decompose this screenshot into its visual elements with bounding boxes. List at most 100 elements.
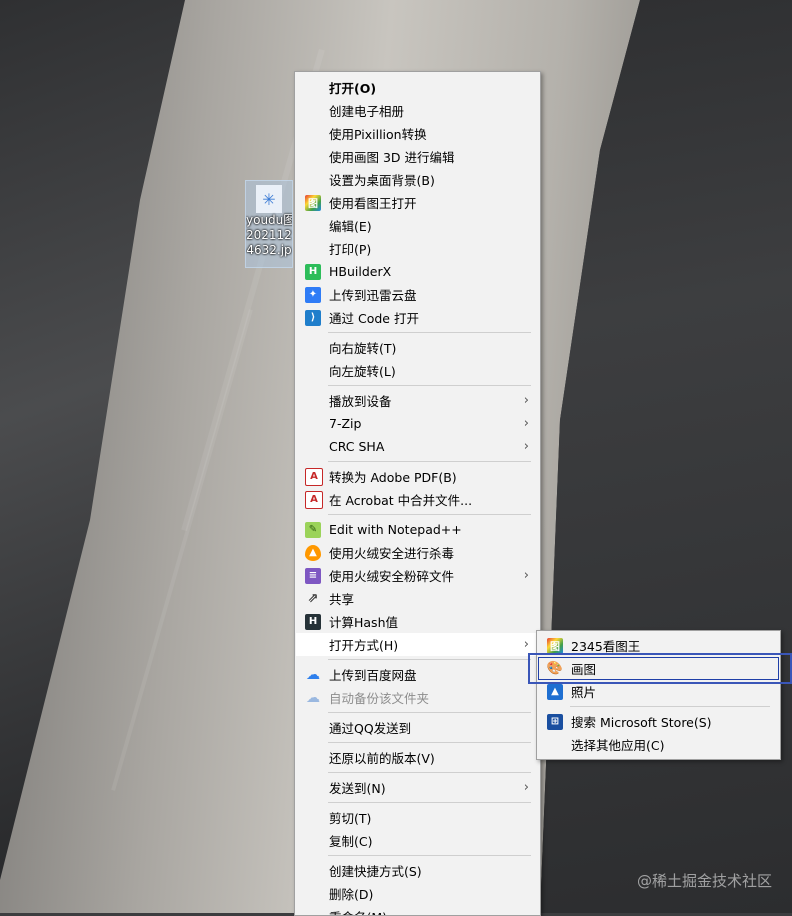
menu-item-label: 创建电子相册 [329,104,405,119]
menu-item-label: 转换为 Adobe PDF(B) [329,470,457,485]
menu-item-delete[interactable]: 删除(D) [296,882,539,905]
chevron-right-icon: › [523,568,529,583]
desktop-file-label-line3: 4632.jp [246,243,292,257]
menu-item-share[interactable]: ⇗ 共享 [296,587,539,610]
menu-item-label: 使用看图王打开 [329,196,417,211]
menu-item-restore-versions[interactable]: 还原以前的版本(V) [296,746,539,769]
menu-item-7zip[interactable]: 7-Zip › [296,412,539,435]
menu-item-rotate-left[interactable]: 向左旋转(L) [296,359,539,382]
desktop-file-icon[interactable]: ✳ youdu图 20211212 4632.jp [245,180,293,268]
menu-item-huorong-shred[interactable]: ≡ 使用火绒安全粉碎文件 › [296,564,539,587]
menu-item-label: Edit with Notepad++ [329,522,462,537]
menu-item-label: 向右旋转(T) [329,341,397,356]
huorong-icon: ▲ [305,544,321,561]
shredder-icon: ≡ [305,567,321,584]
menu-separator [328,385,531,386]
menu-separator [328,659,531,660]
menu-item-acrobat-merge[interactable]: A 在 Acrobat 中合并文件... [296,488,539,511]
submenu-item-paint[interactable]: 🎨 画图 [538,657,779,680]
menu-item-pixillion[interactable]: 使用Pixillion转换 [296,122,539,145]
menu-item-label: 向左旋转(L) [329,364,396,379]
menu-item-label: 7-Zip [329,416,362,431]
menu-item-label: 使用Pixillion转换 [329,127,427,142]
menu-item-label: 使用火绒安全粉碎文件 [329,569,455,584]
submenu-item-ms-store[interactable]: ⊞ 搜索 Microsoft Store(S) [538,710,779,733]
menu-item-label: 还原以前的版本(V) [329,751,435,766]
menu-item-open-with[interactable]: 打开方式(H) › [296,633,539,656]
menu-separator [328,712,531,713]
menu-item-hbuilderx[interactable]: H HBuilderX [296,260,539,283]
menu-item-hash[interactable]: H 计算Hash值 [296,610,539,633]
submenu-item-label: 照片 [571,685,597,700]
desktop-file-label-line1: youdu图 [246,213,293,227]
submenu-item-label: 选择其他应用(C) [571,738,665,753]
menu-item-label: 上传到百度网盘 [329,668,417,683]
chevron-right-icon: › [523,780,529,795]
menu-item-create-shortcut[interactable]: 创建快捷方式(S) [296,859,539,882]
menu-item-label: HBuilderX [329,264,392,279]
menu-item-label: 共享 [329,592,355,607]
notepadpp-icon: ✎ [305,521,321,538]
kantuwang-icon: 图 [547,637,563,654]
menu-item-label: 设置为桌面背景(B) [329,173,435,188]
store-icon: ⊞ [547,713,563,730]
menu-item-cast-to-device[interactable]: 播放到设备 › [296,389,539,412]
menu-item-create-album[interactable]: 创建电子相册 [296,99,539,122]
menu-item-print[interactable]: 打印(P) [296,237,539,260]
menu-item-xunlei[interactable]: ✦ 上传到迅雷云盘 [296,283,539,306]
menu-item-label: 使用画图 3D 进行编辑 [329,150,455,165]
menu-item-label: 创建快捷方式(S) [329,864,422,879]
submenu-item-2345-kantuwang[interactable]: 图 2345看图王 [538,634,779,657]
chevron-right-icon: › [523,393,529,408]
submenu-item-photos[interactable]: ▲ 照片 [538,680,779,703]
vscode-icon: ⟩ [305,309,321,326]
menu-item-open[interactable]: 打开(O) [296,76,539,99]
menu-item-baidu-upload[interactable]: ☁ 上传到百度网盘 [296,663,539,686]
menu-item-paint3d[interactable]: 使用画图 3D 进行编辑 [296,145,539,168]
menu-item-notepadpp[interactable]: ✎ Edit with Notepad++ [296,518,539,541]
menu-item-rotate-right[interactable]: 向右旋转(T) [296,336,539,359]
menu-item-label: 复制(C) [329,834,373,849]
chevron-right-icon: › [523,416,529,431]
menu-item-label: 重命名(M) [329,907,387,915]
menu-item-edit[interactable]: 编辑(E) [296,214,539,237]
menu-item-label: 播放到设备 [329,394,392,409]
menu-item-label: 上传到迅雷云盘 [329,288,417,303]
hbuilderx-icon: H [305,263,321,280]
baidu-backup-icon: ☁ [306,689,320,706]
menu-item-label: 自动备份该文件夹 [329,691,430,706]
menu-item-crc-sha[interactable]: CRC SHA › [296,435,539,458]
menu-item-qq-send[interactable]: 通过QQ发送到 [296,716,539,739]
watermark: @稀土掘金技术社区 [636,872,772,890]
menu-item-vscode[interactable]: ⟩ 通过 Code 打开 [296,306,539,329]
chevron-right-icon: › [523,439,529,454]
menu-separator [328,802,531,803]
adobe-pdf-icon: A [305,467,323,486]
menu-item-baidu-backup: ☁ 自动备份该文件夹 [296,686,539,709]
menu-item-label: 发送到(N) [329,781,386,796]
menu-separator [328,514,531,515]
menu-item-label: 打开方式(H) [329,638,399,653]
menu-item-kantuwang[interactable]: 图 使用看图王打开 [296,191,539,214]
menu-item-label: 编辑(E) [329,219,372,234]
menu-item-convert-pdf[interactable]: A 转换为 Adobe PDF(B) [296,465,539,488]
menu-item-copy[interactable]: 复制(C) [296,829,539,852]
baidu-netdisk-icon: ☁ [306,666,320,683]
menu-item-rename[interactable]: 重命名(M) [296,905,539,915]
menu-item-label: 计算Hash值 [329,615,398,630]
desktop-file-label-line2: 20211212 [246,228,292,242]
paint-icon: 🎨 [546,661,564,676]
menu-item-send-to[interactable]: 发送到(N) › [296,776,539,799]
menu-item-label: 在 Acrobat 中合并文件... [329,493,473,508]
menu-separator [328,742,531,743]
share-icon: ⇗ [307,591,319,606]
submenu-item-label: 搜索 Microsoft Store(S) [571,715,712,730]
menu-separator [328,855,531,856]
menu-item-label: 通过QQ发送到 [329,721,412,736]
menu-item-set-wallpaper[interactable]: 设置为桌面背景(B) [296,168,539,191]
acrobat-icon: A [305,490,323,509]
menu-item-cut[interactable]: 剪切(T) [296,806,539,829]
menu-separator [328,332,531,333]
submenu-item-choose-other[interactable]: 选择其他应用(C) [538,733,779,756]
menu-item-huorong-scan[interactable]: ▲ 使用火绒安全进行杀毒 [296,541,539,564]
